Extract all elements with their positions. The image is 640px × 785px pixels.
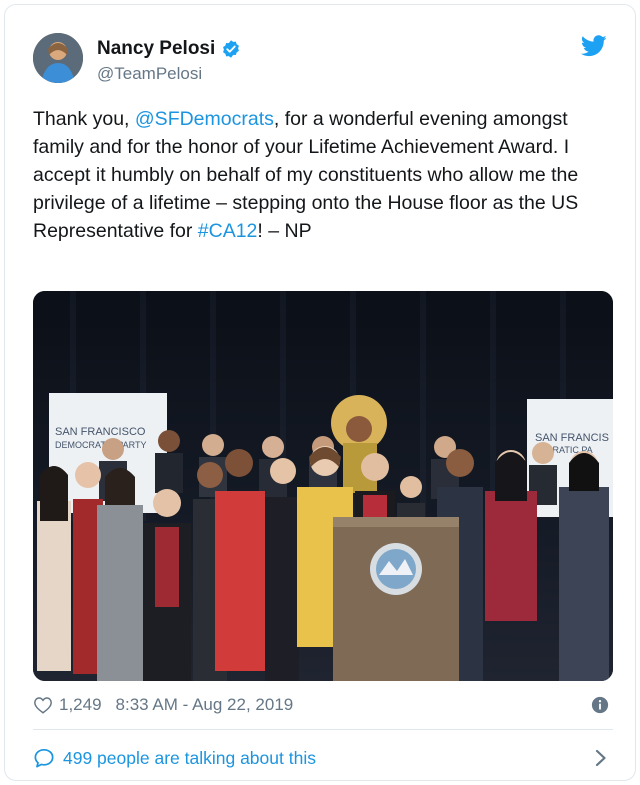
- conversation-label[interactable]: 499 people are talking about this: [63, 748, 316, 769]
- author-name[interactable]: Nancy Pelosi: [97, 37, 241, 61]
- verified-badge-icon: [223, 40, 240, 58]
- tweet-text-part-1: Thank you,: [33, 108, 135, 130]
- banner-left-line1: SAN FRANCISCO: [55, 426, 146, 438]
- mention-link[interactable]: @SFDemocrats: [135, 108, 274, 130]
- author-name-text[interactable]: Nancy Pelosi: [97, 37, 215, 61]
- author-avatar[interactable]: [33, 33, 83, 83]
- tweet-text-part-3: ! – NP: [257, 220, 312, 242]
- twitter-bird-icon[interactable]: [581, 35, 607, 57]
- banner-left-line2: DEMOCRATIC PARTY: [55, 440, 147, 450]
- tweet-text: Thank you, @SFDemocrats, for a wonderful…: [33, 105, 618, 245]
- heart-icon[interactable]: [33, 696, 53, 714]
- tweet-footer: 1,249 8:33 AM - Aug 22, 2019: [33, 693, 613, 717]
- conversation-link[interactable]: 499 people are talking about this: [33, 745, 613, 771]
- speech-bubble-icon: [34, 748, 54, 768]
- tweet-card: Nancy Pelosi @TeamPelosi Thank you, @SFD…: [4, 4, 636, 781]
- banner-right-line1: SAN FRANCIS: [535, 432, 609, 444]
- footer-divider: [33, 729, 613, 730]
- info-icon[interactable]: [591, 696, 609, 714]
- like-count[interactable]: 1,249: [59, 695, 102, 715]
- tweet-photo[interactable]: SAN FRANCISCO DEMOCRATIC PARTY SAN FRANC…: [33, 291, 613, 681]
- author-handle[interactable]: @TeamPelosi: [97, 63, 202, 85]
- hashtag-link[interactable]: #CA12: [198, 220, 258, 242]
- tweet-timestamp[interactable]: 8:33 AM - Aug 22, 2019: [116, 695, 294, 715]
- chevron-right-icon[interactable]: [595, 749, 607, 767]
- group-photo-image: SAN FRANCISCO DEMOCRATIC PARTY SAN FRANC…: [33, 291, 613, 681]
